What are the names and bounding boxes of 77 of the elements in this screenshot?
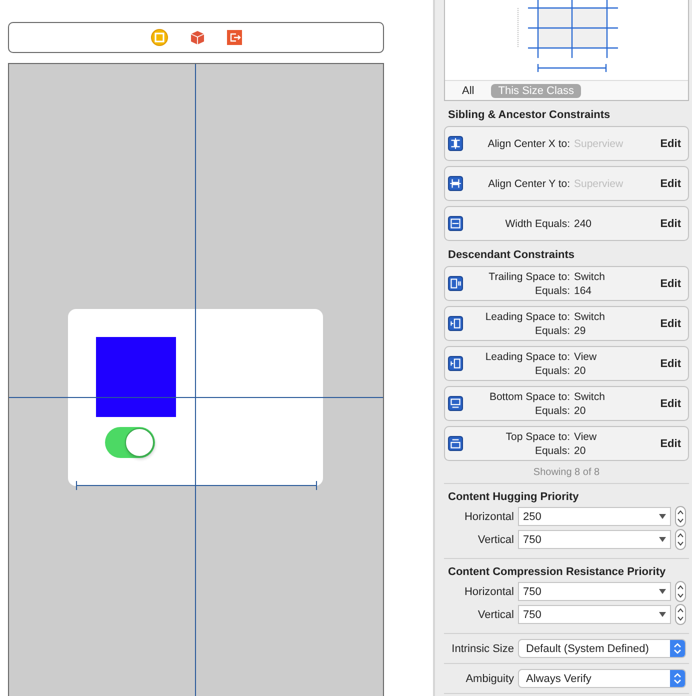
constraint-row[interactable]: Trailing Space to: Equals: Switch 164 Edit [444,266,689,301]
constraint-label: Top Space to: [504,430,571,442]
constraint-label: Bottom Space to: [488,390,571,402]
priority-combo-box[interactable]: 750 [518,530,671,549]
field-label: Intrinsic Size [450,642,514,654]
constraint-value: 20 [574,364,587,376]
chevrons-icon [670,670,685,687]
edit-button[interactable]: Edit [660,278,688,290]
stepper-icon[interactable] [675,529,686,550]
priority-combo-box[interactable]: 250 [518,507,671,526]
section-title: Descendant Constraints [447,248,576,263]
constraint-label: Leading Space to: [484,310,571,322]
field-label: Horizontal [463,586,514,598]
section-title: Content Hugging Priority [447,490,580,504]
constraint-value: 164 [574,284,593,296]
field-label: Vertical [476,608,514,620]
constraint-row[interactable]: Leading Space to: Equals: View 20 Edit [444,346,689,381]
edit-button[interactable]: Edit [660,398,688,410]
toggle-switch[interactable] [105,426,155,458]
constraint-icon [448,356,463,371]
constraint-label: Width Equals: [504,218,571,230]
constraint-row[interactable]: Width Equals: 240 Edit [444,206,689,241]
constraint-value: Switch [574,390,606,402]
popup-button[interactable]: Always Verify [518,669,686,688]
section-title: Content Compression Resistance Priority [447,565,667,579]
constraint-value: 29 [574,324,587,336]
constraint-label: Equals: [534,444,571,456]
stepper-icon[interactable] [675,506,686,527]
field-label: Horizontal [463,510,514,522]
constraint-value: View [574,350,598,362]
edit-button[interactable]: Edit [660,178,688,190]
edit-button[interactable]: Edit [660,318,688,330]
constraint-value: 20 [574,404,587,416]
constraint-row[interactable]: Bottom Space to: Equals: Switch 20 Edit [444,386,689,421]
constraint-label: Align Center X to: [486,138,571,150]
constraint-label: Align Center Y to: [487,178,571,190]
constraint-icon [448,396,463,411]
popup-button[interactable]: Default (System Defined) [518,639,686,658]
constraint-icon [448,436,463,451]
constraint-value: 240 [574,218,593,230]
constraint-label: Equals: [534,404,571,416]
stepper-icon[interactable] [675,604,686,625]
constraint-label: Equals: [534,364,571,376]
constraint-label: Leading Space to: [484,350,571,362]
constraint-label: Equals: [534,324,571,336]
constraint-icon [448,176,463,191]
constraint-label: Equals: [534,284,571,296]
chevrons-icon [670,640,685,657]
field-label: Vertical [476,534,514,546]
constraint-icon [448,316,463,331]
caret-icon [659,589,666,594]
section-title: Sibling & Ancestor Constraints [447,108,612,123]
constraint-row[interactable]: Top Space to: Equals: View 20 Edit [444,426,689,461]
constraint-row[interactable]: Leading Space to: Equals: Switch 29 Edit [444,306,689,341]
edit-button[interactable]: Edit [660,438,688,450]
cube-icon[interactable] [190,30,204,45]
constraint-value: 20 [574,444,587,456]
stepper-icon[interactable] [675,581,686,602]
constraint-label: Trailing Space to: [488,270,571,282]
constraint-value: Switch [574,310,606,322]
exit-icon[interactable] [226,30,242,45]
caret-icon [659,612,666,617]
edit-button[interactable]: Edit [660,138,688,150]
constraint-value: View [574,430,598,442]
caret-icon [659,537,666,542]
priority-combo-box[interactable]: 750 [518,582,671,601]
constraint-count: Showing 8 of 8 [533,467,600,478]
constraint-value: Switch [574,270,606,282]
field-label: Ambiguity [464,672,514,684]
constraint-icon [448,216,463,231]
caret-icon [659,514,666,519]
edit-button[interactable]: Edit [660,358,688,370]
size-class-tab[interactable]: All [455,84,482,98]
constraint-icon [448,276,463,291]
edit-button[interactable]: Edit [660,218,688,230]
constraint-icon [448,136,463,151]
priority-combo-box[interactable]: 750 [518,605,671,624]
